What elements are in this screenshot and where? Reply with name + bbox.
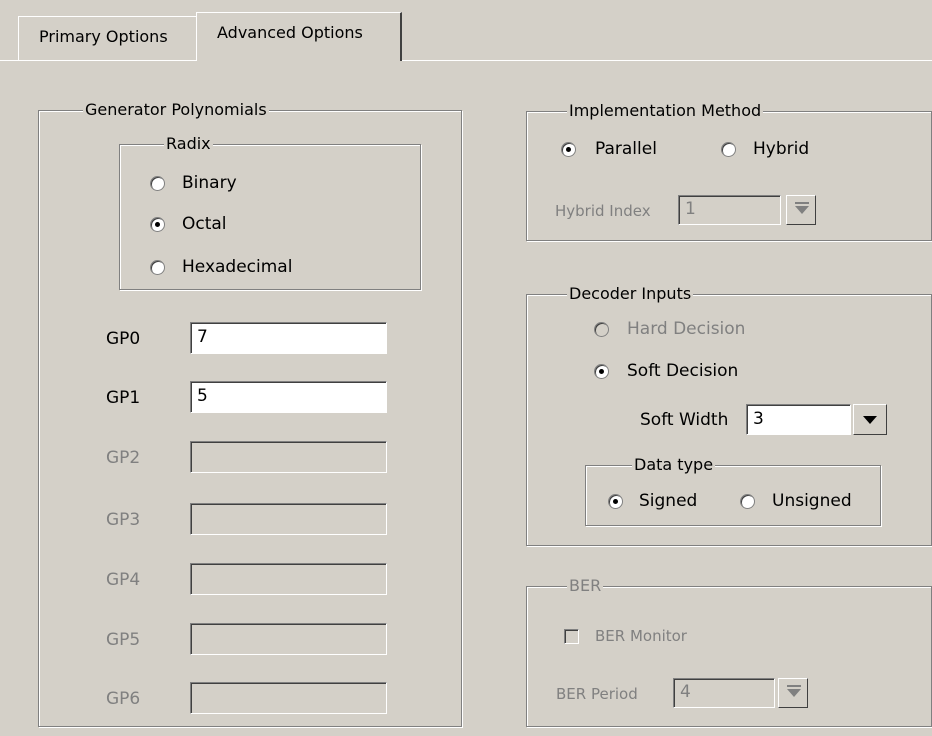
radix-octal-radio[interactable] bbox=[150, 217, 165, 232]
radix-hexadecimal-label: Hexadecimal bbox=[182, 257, 293, 277]
radix-hexadecimal-radio[interactable] bbox=[150, 260, 165, 275]
gp0-field[interactable]: 7 bbox=[190, 322, 387, 354]
soft-width-label: Soft Width bbox=[640, 410, 729, 430]
ber-period-value[interactable]: 4 bbox=[673, 678, 775, 708]
parallel-label: Parallel bbox=[595, 139, 657, 159]
group-title: Implementation Method bbox=[567, 100, 764, 122]
tab-primary-options[interactable]: Primary Options bbox=[18, 16, 196, 60]
ber-group: BER BER Monitor BER Period 4 bbox=[526, 575, 932, 727]
tab-advanced-options[interactable]: Advanced Options bbox=[196, 12, 402, 61]
gp1-field[interactable]: 5 bbox=[190, 381, 387, 413]
soft-decision-label: Soft Decision bbox=[627, 361, 739, 381]
hybrid-radio[interactable] bbox=[721, 142, 736, 157]
tab-label: Advanced Options bbox=[217, 23, 363, 42]
hybrid-index-value[interactable]: 1 bbox=[678, 195, 781, 225]
gp2-label: GP2 bbox=[106, 448, 141, 468]
gp5-field[interactable] bbox=[190, 623, 387, 655]
unsigned-radio[interactable] bbox=[740, 494, 755, 509]
gp2-field[interactable] bbox=[190, 441, 387, 473]
tab-divider bbox=[0, 60, 196, 61]
tab-label: Primary Options bbox=[39, 27, 168, 46]
gp4-field[interactable] bbox=[190, 563, 387, 595]
gp4-label: GP4 bbox=[106, 570, 141, 590]
tab-divider bbox=[402, 60, 932, 61]
gp1-label: GP1 bbox=[106, 388, 141, 408]
chevron-down-icon bbox=[863, 416, 877, 424]
gp6-label: GP6 bbox=[106, 689, 141, 709]
data-type-group: Data type Signed Unsigned bbox=[585, 454, 881, 526]
radix-binary-radio[interactable] bbox=[150, 176, 165, 191]
hard-decision-label: Hard Decision bbox=[627, 319, 746, 339]
soft-width-value[interactable]: 3 bbox=[746, 404, 851, 435]
hybrid-label: Hybrid bbox=[753, 139, 810, 159]
radix-octal-label: Octal bbox=[182, 214, 227, 234]
group-title: Radix bbox=[164, 133, 213, 155]
radix-binary-label: Binary bbox=[182, 173, 237, 193]
hard-decision-radio[interactable] bbox=[594, 322, 609, 337]
ber-period-dropdown-button[interactable] bbox=[778, 678, 808, 708]
generator-polynomials-group: Generator Polynomials Radix Binary Octal… bbox=[38, 99, 462, 727]
ber-monitor-checkbox[interactable] bbox=[564, 629, 579, 644]
chevron-down-icon bbox=[787, 685, 801, 697]
gp0-label: GP0 bbox=[106, 329, 141, 349]
hybrid-index-dropdown-button[interactable] bbox=[786, 195, 816, 225]
decoder-inputs-group: Decoder Inputs Hard Decision Soft Decisi… bbox=[526, 283, 932, 546]
soft-width-dropdown-button[interactable] bbox=[853, 404, 887, 435]
radix-group: Radix Binary Octal Hexadecimal bbox=[119, 133, 421, 290]
signed-radio[interactable] bbox=[608, 494, 623, 509]
ber-monitor-label: BER Monitor bbox=[595, 627, 687, 645]
soft-decision-radio[interactable] bbox=[594, 364, 609, 379]
gp3-label: GP3 bbox=[106, 510, 141, 530]
ber-period-label: BER Period bbox=[556, 685, 638, 703]
group-title: BER bbox=[567, 575, 604, 597]
gp6-field[interactable] bbox=[190, 682, 387, 714]
chevron-down-icon bbox=[795, 202, 809, 214]
group-title: Decoder Inputs bbox=[567, 283, 694, 305]
hybrid-index-label: Hybrid Index bbox=[555, 202, 651, 220]
group-title: Generator Polynomials bbox=[83, 99, 269, 121]
signed-label: Signed bbox=[639, 491, 698, 511]
gp3-field[interactable] bbox=[190, 503, 387, 535]
group-title: Data type bbox=[632, 454, 716, 476]
implementation-method-group: Implementation Method Parallel Hybrid Hy… bbox=[526, 100, 932, 241]
unsigned-label: Unsigned bbox=[772, 491, 852, 511]
gp5-label: GP5 bbox=[106, 630, 141, 650]
parallel-radio[interactable] bbox=[561, 142, 576, 157]
